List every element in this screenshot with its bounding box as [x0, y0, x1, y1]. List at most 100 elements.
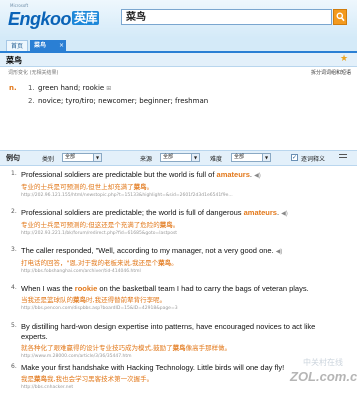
example-en-text: Professional soldiers are predictable; t… — [21, 208, 244, 217]
chevron-down-icon: ▼ — [191, 154, 199, 161]
example-number: 2. — [11, 208, 17, 215]
example-en-highlight: rookie — [74, 284, 98, 293]
top-bar: Microsoft Engkoo 英库 菜鸟 — [0, 0, 357, 38]
example-zh-text: 专业的士兵是可预测的,但世上却充满了 — [21, 183, 134, 191]
example-chinese: 打电话的回答，"恩,对于我的老板来说,我还是个菜鸟。 — [21, 258, 341, 268]
example-item: 5. By distilling hard-won design experti… — [11, 322, 341, 360]
menu-icon[interactable] — [339, 154, 347, 161]
definition-text: novice; tyro/tiro; newcomer; beginner; f… — [38, 97, 209, 105]
example-zh-highlight: 菜鸟 — [159, 221, 173, 229]
example-en-text: on the basketball team I had to carry th… — [97, 284, 309, 293]
example-chinese: 当我还是篮球队的菜鸟时,我还得替前辈背行李呢。 — [21, 295, 341, 305]
example-en-text: By distilling hard-won design expertise … — [21, 322, 316, 341]
example-english: The caller responded, "Well, according t… — [21, 246, 341, 257]
example-item: 4. When I was the rookie on the basketba… — [11, 284, 341, 312]
tab-strip: 首页 菜鸟 × — [0, 38, 357, 52]
example-zh-highlight: 菜鸟 — [158, 259, 172, 267]
example-zh-highlight: 菜鸟 — [172, 344, 186, 352]
word-header: 菜鸟 ★ — [0, 53, 357, 67]
example-zh-text: 我,我也会学习黑客技术第一次握手。 — [47, 375, 154, 383]
example-source-link[interactable]: http://bbs.fobshanghai.com/archiver/tid-… — [21, 268, 341, 275]
speaker-icon[interactable]: ◀) — [281, 211, 288, 217]
chevron-down-icon: ▼ — [93, 154, 101, 161]
example-chinese: 专业的士兵是可预测的;但这还是个充满了危险的菜鸟。 — [21, 220, 341, 230]
phrase-links[interactable]: 拆分词词组和短语 — [311, 69, 351, 76]
example-en-text: . — [249, 170, 252, 179]
definition-item: 1. green hand; rookie ⊞ — [28, 84, 111, 92]
filter-source-select[interactable]: 全部 ▼ — [160, 153, 200, 162]
definition-number: 1. — [28, 84, 35, 92]
speaker-icon[interactable]: ◀) — [276, 249, 283, 255]
example-zh-text: 像高手那样做。 — [185, 344, 232, 352]
examples-toolbar: 例句 类别 全部 ▼ 来源 全部 ▼ 难度 全部 ▼ ✓ 逐词释义 — [0, 150, 357, 166]
filter-difficulty-select[interactable]: 全部 ▼ — [231, 153, 271, 162]
example-source-link[interactable]: http://www.m.28000.com/article/3/36/3544… — [21, 353, 341, 360]
definition-number: 2. — [28, 97, 35, 105]
speaker-icon[interactable]: ⊞ — [106, 85, 111, 92]
filter-category-value: 全部 — [65, 154, 76, 160]
search-input[interactable]: 菜鸟 — [121, 9, 332, 25]
word-gloss-checkbox[interactable]: ✓ — [291, 154, 298, 161]
example-en-text: Professional soldiers are predictable bu… — [21, 170, 217, 179]
example-en-text: . — [276, 208, 280, 217]
example-number: 4. — [11, 284, 17, 291]
example-zh-text: 。 — [146, 183, 154, 191]
example-en-text: When I was the — [21, 284, 75, 293]
definition-text: green hand; rookie — [38, 84, 105, 92]
example-en-highlight: amateurs — [243, 208, 277, 217]
headword: 菜鸟 — [6, 56, 22, 65]
word-subbar: 词形变化 (无相关结果) 拆分词词组和短语 — [0, 67, 357, 78]
example-number: 3. — [11, 246, 17, 253]
example-chinese: 就各种化了艰难赢得的设计专业技巧成为模式,鼓励了菜鸟像高手那样做。 — [21, 343, 341, 353]
example-source-link[interactable]: http://202.93.221.1/bk/forum/redirect.ph… — [21, 230, 341, 237]
example-zh-text: 时,我还得替前辈背行李呢。 — [86, 296, 167, 304]
logo-badge: 英库 — [72, 11, 100, 25]
filter-category-label: 类别 — [42, 156, 55, 163]
example-english: Professional soldiers are predictable bu… — [21, 170, 341, 181]
example-number: 5. — [11, 322, 17, 329]
tab-current-label: 菜鸟 — [34, 42, 47, 49]
example-source-link[interactable]: http://bbs.pencon.com/dispbbs.asp?boardI… — [21, 305, 341, 312]
example-number: 6. — [11, 363, 17, 370]
filter-source-label: 来源 — [140, 156, 153, 163]
example-item: 1. Professional soldiers are predictable… — [11, 170, 341, 199]
search-icon — [336, 12, 345, 22]
watermark-cn: 中关村在线 — [303, 358, 343, 367]
example-zh-highlight: 菜鸟 — [34, 375, 47, 383]
logo-text: Engkoo — [8, 9, 72, 29]
example-english: When I was the rookie on the basketball … — [21, 284, 341, 294]
example-en-highlight: amateurs — [216, 170, 250, 179]
definition-item: 2. novice; tyro/tiro; newcomer; beginner;… — [28, 97, 208, 105]
example-english: By distilling hard-won design expertise … — [21, 322, 341, 342]
search-button[interactable] — [333, 9, 347, 25]
example-zh-text: 我是 — [21, 375, 34, 383]
favorite-star-icon[interactable]: ★ — [340, 54, 352, 64]
examples-title: 例句 — [6, 154, 20, 162]
engkoo-logo[interactable]: Engkoo 英库 — [8, 9, 100, 30]
example-zh-text: 。 — [171, 259, 178, 267]
example-english: Professional soldiers are predictable; t… — [21, 208, 341, 219]
filter-source-value: 全部 — [163, 154, 174, 160]
example-source-link[interactable]: http://202.96.121.155/html/newstopic.php… — [21, 192, 341, 199]
filter-difficulty-value: 全部 — [234, 154, 245, 160]
example-item: 2. Professional soldiers are predictable… — [11, 208, 341, 237]
example-zh-highlight: 菜鸟 — [73, 296, 86, 304]
speaker-icon[interactable]: ◀) — [254, 173, 261, 179]
microsoft-label: Microsoft — [10, 3, 29, 8]
example-zh-text: 当我还是篮球队的 — [21, 296, 73, 304]
chevron-down-icon: ▼ — [262, 154, 270, 161]
example-number: 1. — [11, 170, 17, 177]
part-of-speech: n. — [9, 84, 17, 92]
example-zh-highlight: 菜鸟 — [133, 183, 147, 191]
filter-difficulty-label: 难度 — [210, 156, 223, 163]
filter-category-select[interactable]: 全部 ▼ — [62, 153, 102, 162]
example-en-text: The caller responded, "Well, according t… — [21, 246, 274, 255]
watermark: ZOL.com.cn — [290, 369, 357, 384]
example-source-link[interactable]: http://bbs.cnhacker.net — [21, 384, 341, 391]
example-chinese: 专业的士兵是可预测的,但世上却充满了菜鸟。 — [21, 182, 341, 192]
example-item: 3. The caller responded, "Well, accordin… — [11, 246, 341, 275]
example-en-text: Make your first handshake with Hacking T… — [21, 363, 285, 372]
word-gloss-label: 逐词释义 — [301, 156, 326, 163]
example-zh-text: 就各种化了艰难赢得的设计专业技巧成为模式,鼓励了 — [21, 344, 173, 352]
example-zh-text: 打电话的回答，"恩,对于我的老板来说,我还是个 — [21, 259, 159, 267]
